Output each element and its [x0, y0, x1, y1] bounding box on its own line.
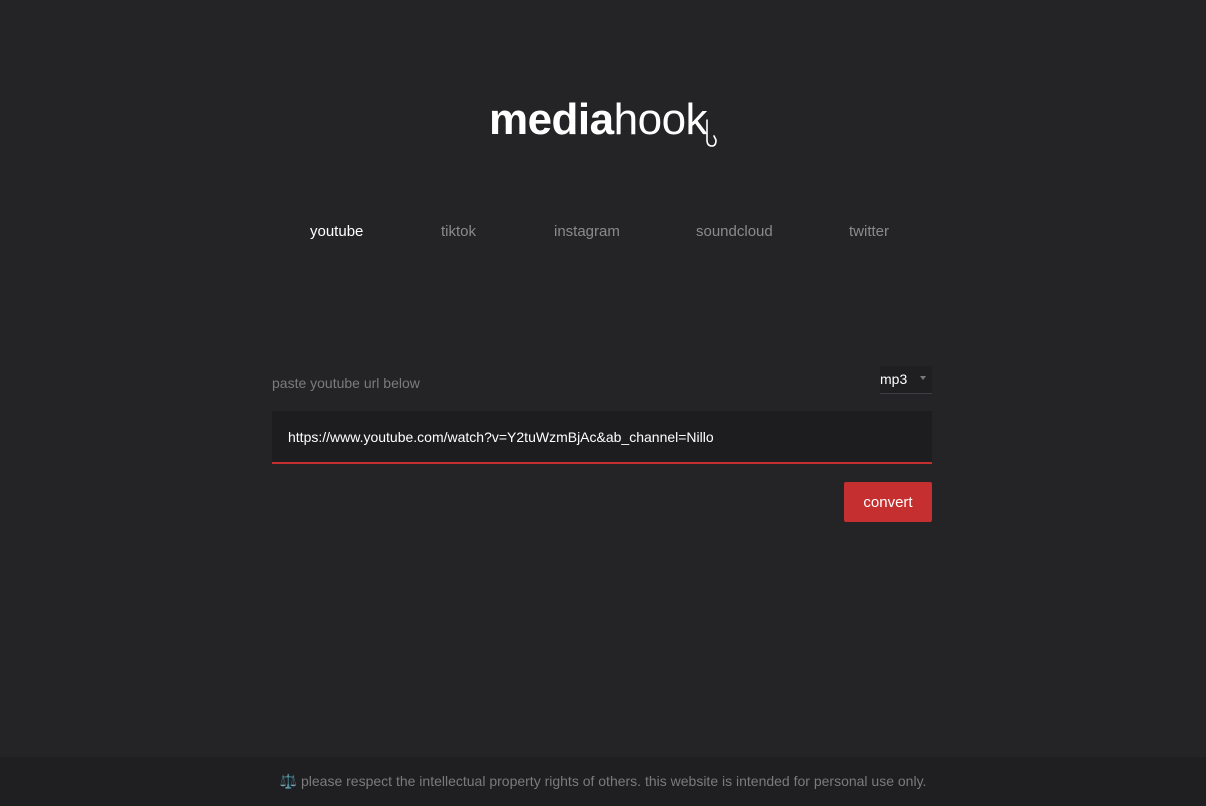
- footer: ⚖️ please respect the intellectual proper…: [0, 757, 1206, 806]
- logo-text-hook: hook: [613, 95, 708, 144]
- convert-button[interactable]: convert: [844, 482, 932, 522]
- url-input[interactable]: [272, 411, 932, 464]
- format-selected-value: mp3: [880, 371, 908, 387]
- balance-scale-icon: ⚖️: [279, 773, 297, 789]
- page: mediahook youtube tiktok instagram sound…: [0, 0, 1206, 806]
- tab-instagram[interactable]: instagram: [554, 222, 620, 242]
- caret-down-icon: [920, 376, 926, 380]
- fish-hook-icon: [706, 119, 717, 147]
- tab-tiktok[interactable]: tiktok: [441, 222, 476, 242]
- logo-text-media: media: [488, 95, 614, 144]
- platform-tabs: youtube tiktok instagram soundcloud twit…: [0, 222, 1206, 242]
- url-field-label: paste youtube url below: [272, 375, 420, 391]
- tab-twitter[interactable]: twitter: [849, 222, 889, 242]
- site-logo[interactable]: mediahook: [0, 92, 1206, 150]
- tab-soundcloud[interactable]: soundcloud: [696, 222, 773, 242]
- tab-youtube[interactable]: youtube: [310, 222, 363, 242]
- format-dropdown[interactable]: mp3: [880, 366, 932, 394]
- footer-notice: please respect the intellectual property…: [301, 773, 927, 789]
